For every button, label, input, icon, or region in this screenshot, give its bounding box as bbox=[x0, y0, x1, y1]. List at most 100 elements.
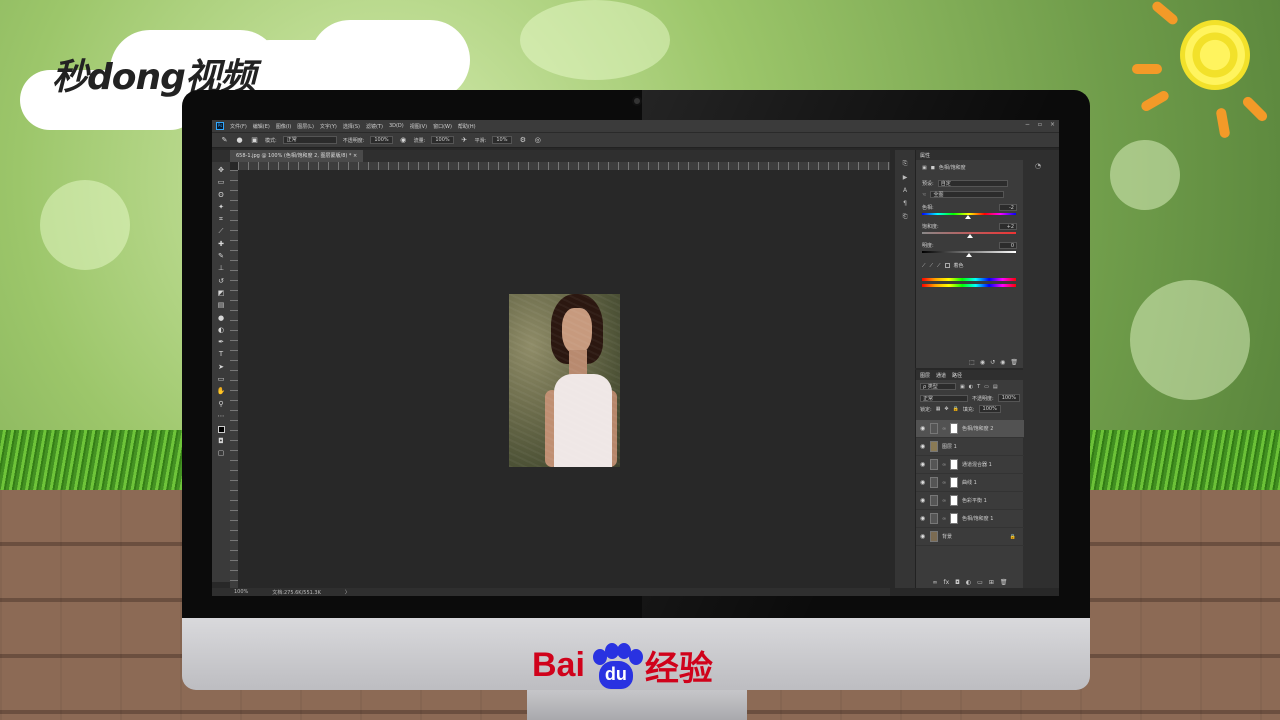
status-arrow-icon[interactable]: 〉 bbox=[345, 589, 350, 596]
airbrush-icon[interactable]: ✈ bbox=[460, 136, 469, 145]
eyedropper-tool-icon[interactable]: ⟋ bbox=[217, 227, 226, 236]
layer-row[interactable]: ◉ ∞ 色彩平衡 1 bbox=[916, 492, 1024, 510]
layer-row[interactable]: ◉ 图层 1 bbox=[916, 438, 1024, 456]
gear-icon[interactable]: ⚙ bbox=[518, 136, 527, 145]
new-adjustment-icon[interactable]: ◐ bbox=[966, 579, 971, 586]
mask-icon[interactable]: ◼ bbox=[931, 165, 935, 171]
lock-all-icon[interactable]: 🔒 bbox=[953, 406, 959, 412]
layer-kind-filter[interactable]: ρ 类型 bbox=[920, 383, 956, 390]
symmetry-icon[interactable]: ◎ bbox=[533, 136, 542, 145]
brush-panel-icon[interactable]: ▣ bbox=[250, 136, 259, 145]
eyedropper-plus-icon[interactable]: ⟋ bbox=[930, 263, 934, 269]
type-tool-icon[interactable]: T bbox=[217, 350, 226, 359]
new-group-icon[interactable]: ▭ bbox=[977, 579, 983, 586]
filter-pixel-icon[interactable]: ▣ bbox=[960, 384, 965, 390]
canvas-area[interactable] bbox=[238, 170, 890, 588]
mode-select[interactable]: 正常 bbox=[282, 136, 337, 144]
layer-name[interactable]: 色相/饱和度 2 bbox=[962, 425, 993, 432]
eye-icon[interactable]: ◉ bbox=[920, 443, 926, 450]
layer-mask-thumb[interactable] bbox=[950, 477, 958, 488]
brush-tool-icon[interactable]: ✎ bbox=[217, 252, 226, 261]
tab-layers[interactable]: 图层 bbox=[920, 372, 930, 379]
fx-icon[interactable]: fx bbox=[944, 579, 950, 586]
eyedropper-icon[interactable]: ⟋ bbox=[922, 263, 926, 269]
restore-icon[interactable]: ▫ bbox=[1038, 121, 1042, 128]
link-icon[interactable]: ∞ bbox=[942, 498, 946, 504]
layer-name[interactable]: 曲线 1 bbox=[962, 479, 977, 486]
layer-opacity-field[interactable]: 100% bbox=[997, 394, 1020, 402]
zoom-tool-icon[interactable]: ⚲ bbox=[217, 400, 226, 409]
pen-tool-icon[interactable]: ✒ bbox=[217, 338, 226, 347]
menu-window[interactable]: 窗口(W) bbox=[433, 123, 452, 130]
smooth-field[interactable]: 10% bbox=[492, 136, 513, 144]
eye-icon[interactable]: ◉ bbox=[920, 479, 926, 486]
eye-icon[interactable]: ◉ bbox=[920, 497, 926, 504]
layer-row[interactable]: ◉ ∞ 色相/饱和度 1 bbox=[916, 510, 1024, 528]
brush-icon[interactable]: ✎ bbox=[220, 136, 229, 145]
shape-tool-icon[interactable]: ▭ bbox=[217, 375, 226, 384]
saturation-value[interactable]: +2 bbox=[999, 223, 1017, 230]
target-hand-icon[interactable]: ☜ bbox=[922, 192, 926, 198]
channel-select[interactable]: 全图 bbox=[930, 191, 1005, 198]
layer-name[interactable]: 图层 1 bbox=[942, 443, 957, 450]
filter-shape-icon[interactable]: ▭ bbox=[984, 384, 989, 390]
layer-comps-panel-icon[interactable]: ⎗ bbox=[903, 213, 908, 221]
minimize-icon[interactable]: − bbox=[1025, 121, 1030, 128]
clone-stamp-tool-icon[interactable]: ⊥ bbox=[217, 264, 226, 273]
eyedropper-minus-icon[interactable]: ⟋ bbox=[937, 263, 941, 269]
lightness-value[interactable]: 0 bbox=[999, 242, 1017, 249]
link-icon[interactable]: ∞ bbox=[942, 480, 946, 486]
visibility-icon[interactable]: ◉ bbox=[1000, 359, 1005, 366]
saturation-slider-thumb[interactable] bbox=[966, 234, 973, 238]
layer-row[interactable]: ◉ ∞ 色相/饱和度 2 bbox=[916, 420, 1024, 438]
menu-view[interactable]: 视图(V) bbox=[410, 123, 427, 130]
brush-preset-icon[interactable]: ● bbox=[235, 136, 244, 145]
layer-mask-thumb[interactable] bbox=[950, 495, 958, 506]
layer-mask-thumb[interactable] bbox=[950, 459, 958, 470]
tab-channels[interactable]: 通道 bbox=[936, 372, 946, 379]
more-tools-icon[interactable]: ⋯ bbox=[217, 412, 226, 421]
filter-adjust-icon[interactable]: ◐ bbox=[969, 384, 973, 390]
reset-icon[interactable]: ↺ bbox=[990, 359, 995, 366]
layer-name[interactable]: 色相/饱和度 1 bbox=[962, 515, 993, 522]
hue-slider-thumb[interactable] bbox=[965, 215, 972, 219]
history-brush-tool-icon[interactable]: ↺ bbox=[217, 277, 226, 286]
fill-field[interactable]: 100% bbox=[978, 405, 1001, 413]
menu-edit[interactable]: 编辑(E) bbox=[253, 123, 270, 130]
layer-name[interactable]: 背景 bbox=[942, 533, 952, 540]
flow-field[interactable]: 100% bbox=[431, 136, 454, 144]
filter-type-icon[interactable]: T bbox=[977, 384, 980, 390]
lock-position-icon[interactable]: ✥ bbox=[944, 406, 948, 412]
eye-icon[interactable]: ◉ bbox=[920, 425, 926, 432]
crop-tool-icon[interactable]: ⌗ bbox=[217, 215, 226, 224]
clip-to-layer-icon[interactable]: ⬚ bbox=[969, 359, 975, 366]
tab-paths[interactable]: 路径 bbox=[952, 372, 962, 379]
layer-row[interactable]: ◉ 背景 🔒 bbox=[916, 528, 1024, 546]
link-layers-icon[interactable]: ∞ bbox=[933, 579, 938, 586]
eye-icon[interactable]: ◉ bbox=[920, 515, 926, 522]
pressure-opacity-icon[interactable]: ◉ bbox=[399, 136, 408, 145]
dodge-tool-icon[interactable]: ◐ bbox=[217, 326, 226, 335]
healing-tool-icon[interactable]: ✚ bbox=[217, 240, 226, 249]
menu-layer[interactable]: 图层(L) bbox=[297, 123, 314, 130]
quick-select-tool-icon[interactable]: ✦ bbox=[217, 203, 226, 212]
filter-smart-icon[interactable]: ▤ bbox=[993, 384, 998, 390]
layer-mask-thumb[interactable] bbox=[950, 423, 958, 434]
layer-row[interactable]: ◉ ∞ 通道混合器 1 bbox=[916, 456, 1024, 474]
eye-icon[interactable]: ◉ bbox=[920, 461, 926, 468]
layer-name[interactable]: 色彩平衡 1 bbox=[962, 497, 987, 504]
add-mask-icon[interactable]: ◘ bbox=[955, 579, 960, 586]
menu-help[interactable]: 帮助(H) bbox=[458, 123, 476, 130]
gradient-tool-icon[interactable]: ▤ bbox=[217, 301, 226, 310]
hue-value[interactable]: -2 bbox=[999, 204, 1017, 211]
paragraph-panel-icon[interactable]: ¶ bbox=[903, 200, 907, 207]
layer-name[interactable]: 通道混合器 1 bbox=[962, 461, 992, 468]
blur-tool-icon[interactable]: ● bbox=[217, 314, 226, 323]
menu-select[interactable]: 选择(S) bbox=[343, 123, 360, 130]
lock-pixels-icon[interactable]: ▦ bbox=[936, 406, 941, 412]
menu-image[interactable]: 图像(I) bbox=[276, 123, 291, 130]
quick-mask-icon[interactable]: ◘ bbox=[217, 437, 226, 446]
path-select-tool-icon[interactable]: ➤ bbox=[217, 363, 226, 372]
marquee-tool-icon[interactable]: ▭ bbox=[217, 178, 226, 187]
panel-toggle-icon[interactable]: ◔ bbox=[1035, 162, 1041, 170]
